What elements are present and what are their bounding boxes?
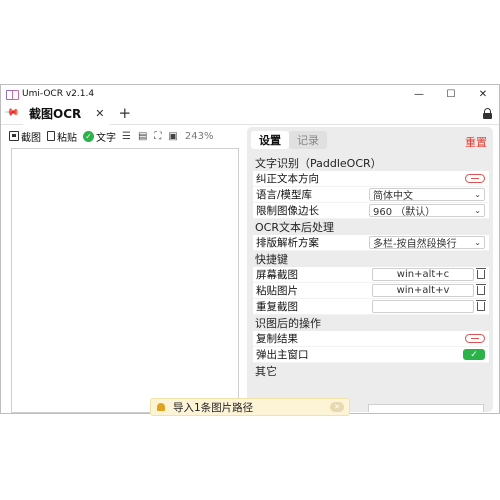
- row-limit-size: 限制图像边长 960 （默认） ⌄: [253, 203, 489, 219]
- tab-records[interactable]: 记录: [289, 131, 327, 149]
- language-select[interactable]: 简体中文 ⌄: [369, 188, 485, 202]
- settings-list: 文字识别（PaddleOCR） 纠正文本方向 语言/模型库 简体中文 ⌄ 限制图…: [253, 155, 489, 379]
- language-label: 语言/模型库: [256, 189, 313, 201]
- limit-size-label: 限制图像边长: [256, 205, 319, 217]
- app-window: Umi-OCR v2.1.4 — ☐ ✕ 📌 截图OCR ✕ + 截图 粘贴 ✓: [0, 84, 500, 414]
- save-icon[interactable]: ▤: [138, 131, 147, 142]
- layout-label: 排版解析方案: [256, 237, 319, 249]
- settings-tabs: 设置 记录: [251, 131, 327, 149]
- row-copy-result: 复制结果: [253, 331, 489, 347]
- notification-toast: 导入1条图片路径 ✕: [150, 398, 350, 416]
- title-bar: Umi-OCR v2.1.4 — ☐ ✕: [1, 85, 499, 103]
- check-circle-icon: ✓: [83, 130, 94, 142]
- text-toggle[interactable]: ✓ 文字: [83, 129, 116, 144]
- paste-icon: [47, 131, 55, 141]
- trash-icon[interactable]: [476, 284, 486, 295]
- screen-capture-label: 屏幕截图: [256, 269, 298, 281]
- chevron-down-icon: ⌄: [474, 190, 481, 199]
- copy-result-toggle[interactable]: [465, 334, 485, 343]
- correct-direction-toggle[interactable]: [465, 174, 485, 183]
- minimize-button[interactable]: —: [403, 85, 435, 103]
- row-correct-direction: 纠正文本方向: [253, 171, 489, 187]
- trash-icon[interactable]: [476, 300, 486, 311]
- paste-image-field[interactable]: win+alt+v: [372, 284, 474, 297]
- lock-icon[interactable]: [483, 108, 492, 119]
- window-controls: — ☐ ✕: [403, 85, 499, 103]
- image-preview-area[interactable]: [11, 148, 239, 413]
- window-title: Umi-OCR v2.1.4: [22, 89, 95, 99]
- paste-label: 粘贴: [57, 132, 77, 144]
- layout-select[interactable]: 多栏-按自然段换行 ⌄: [369, 236, 485, 250]
- section-other: 其它: [253, 363, 489, 379]
- trash-icon[interactable]: [476, 268, 486, 279]
- image-toolbar: 截图 粘贴 ✓ 文字 ☰ ▤ ⛶ ▣ 243%: [9, 127, 239, 145]
- popup-window-label: 弹出主窗口: [256, 349, 309, 361]
- tab-label: 截图OCR: [29, 107, 82, 121]
- language-value: 简体中文: [373, 191, 413, 202]
- section-post-process: OCR文本后处理: [253, 219, 489, 235]
- toast-message: 导入1条图片路径: [173, 401, 254, 414]
- layout-value: 多栏-按自然段换行: [373, 239, 457, 250]
- zoom-level: 243%: [184, 130, 214, 142]
- limit-size-value: 960 （默认）: [373, 207, 436, 218]
- screenshot-label: 截图: [21, 132, 41, 144]
- limit-size-select[interactable]: 960 （默认） ⌄: [369, 204, 485, 218]
- paste-button[interactable]: 粘贴: [47, 129, 77, 144]
- row-language: 语言/模型库 简体中文 ⌄: [253, 187, 489, 203]
- screenshot-icon: [9, 131, 19, 141]
- copy-result-label: 复制结果: [256, 333, 298, 345]
- tab-settings[interactable]: 设置: [251, 131, 289, 149]
- check-icon: ✓: [470, 350, 478, 360]
- chevron-down-icon: ⌄: [474, 206, 481, 215]
- tab-screenshot-ocr[interactable]: 截图OCR ✕: [23, 102, 111, 125]
- text-label: 文字: [96, 132, 116, 144]
- tab-bar: 📌 截图OCR ✕ +: [1, 102, 499, 125]
- reset-button[interactable]: 重置: [465, 134, 487, 150]
- chevron-down-icon: ⌄: [474, 238, 481, 247]
- popup-window-toggle[interactable]: ✓: [463, 349, 485, 360]
- section-after-ocr: 识图后的操作: [253, 315, 489, 331]
- list-icon[interactable]: ☰: [122, 131, 131, 142]
- bell-icon: [157, 403, 165, 411]
- section-hotkeys: 快捷键: [253, 251, 489, 267]
- maximize-button[interactable]: ☐: [435, 85, 467, 103]
- row-paste-image: 粘贴图片 win+alt+v: [253, 283, 489, 299]
- row-repeat-capture: 重复截图: [253, 299, 489, 315]
- toast-close-icon[interactable]: ✕: [330, 402, 344, 412]
- settings-panel: 设置 记录 重置 文字识别（PaddleOCR） 纠正文本方向 语言/模型库 简…: [247, 127, 493, 412]
- fit-screen-icon[interactable]: ⛶: [154, 131, 161, 142]
- app-logo-icon: [6, 89, 19, 100]
- paste-image-label: 粘贴图片: [256, 285, 298, 297]
- tab-close-icon[interactable]: ✕: [95, 107, 104, 120]
- paste-image-hotkey: win+alt+v: [372, 284, 486, 297]
- zoom-box-icon[interactable]: ▣: [168, 131, 177, 142]
- row-popup-window: 弹出主窗口 ✓: [253, 347, 489, 363]
- correct-direction-label: 纠正文本方向: [256, 173, 319, 185]
- pin-icon[interactable]: 📌: [3, 105, 21, 123]
- close-button[interactable]: ✕: [467, 85, 499, 103]
- repeat-capture-field[interactable]: [372, 300, 474, 313]
- repeat-capture-hotkey: [372, 300, 486, 313]
- row-layout: 排版解析方案 多栏-按自然段换行 ⌄: [253, 235, 489, 251]
- screen-capture-hotkey: win+alt+c: [372, 268, 486, 281]
- image-panel: 截图 粘贴 ✓ 文字 ☰ ▤ ⛶ ▣ 243%: [9, 127, 239, 413]
- screenshot-button[interactable]: 截图: [9, 129, 41, 144]
- row-screen-capture: 屏幕截图 win+alt+c: [253, 267, 489, 283]
- repeat-capture-label: 重复截图: [256, 301, 298, 313]
- screen-capture-field[interactable]: win+alt+c: [372, 268, 474, 281]
- add-tab-button[interactable]: +: [118, 106, 131, 121]
- section-ocr: 文字识别（PaddleOCR）: [253, 155, 489, 171]
- partial-field[interactable]: [368, 404, 484, 412]
